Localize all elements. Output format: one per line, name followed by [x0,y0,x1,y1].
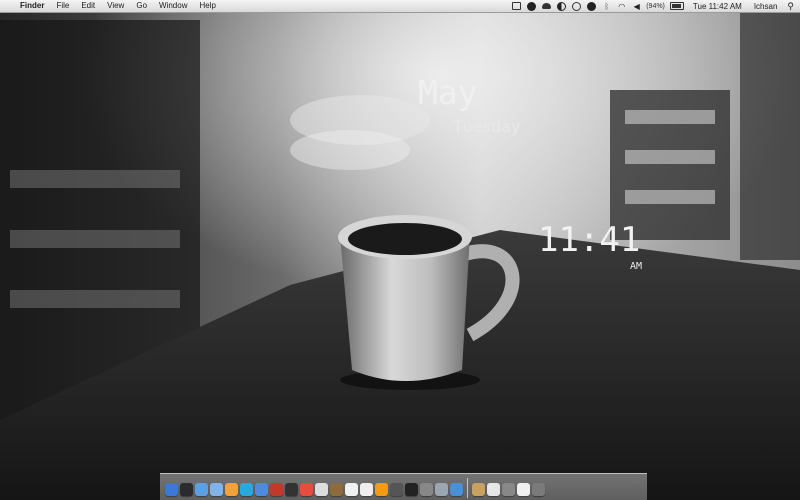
desktop-stack-icon[interactable] [517,483,530,496]
cloud-icon[interactable] [542,3,552,9]
battery-percent: (94%) [646,2,665,10]
menu-help[interactable]: Help [193,0,221,12]
time-machine-icon[interactable] [572,1,582,11]
vlc-icon[interactable] [375,483,388,496]
preview-icon[interactable] [315,483,328,496]
spotlight-icon[interactable]: ⚲ [783,1,794,12]
menu-window[interactable]: Window [153,0,193,12]
widget-month: May [418,73,478,112]
contrast-icon[interactable] [557,1,567,11]
itunes-icon[interactable] [210,483,223,496]
skype-icon[interactable] [240,483,253,496]
menu-file[interactable]: File [50,0,75,12]
app-icon[interactable] [450,483,463,496]
battery-icon[interactable] [669,2,684,10]
sync-icon[interactable] [587,1,597,11]
status-menus: ᛒ ◠ ◀ (94%) Tue 11:42 AM Ichsan ⚲ [509,0,800,12]
adium-icon[interactable] [225,483,238,496]
wifi-icon[interactable]: ◠ [617,2,626,11]
documents-stack-icon[interactable] [487,483,500,496]
chess-icon[interactable] [420,483,433,496]
safari-icon[interactable] [195,483,208,496]
finder-icon[interactable] [165,483,178,496]
menu-bar: Finder File Edit View Go Window Help ᛒ ◠… [0,0,800,13]
downloads-stack-icon[interactable] [472,483,485,496]
utilities-icon[interactable] [435,483,448,496]
desktop-wallpaper [0,0,800,500]
display-icon[interactable] [512,2,522,10]
widget-time: 11:41 [538,220,641,260]
menu-finder[interactable]: Finder [18,0,50,12]
menu-view[interactable]: View [101,0,130,12]
iphoto-icon[interactable] [330,483,343,496]
chat-icon[interactable] [255,483,268,496]
widget-day: 22 [492,68,508,83]
terminal-icon[interactable] [405,483,418,496]
calendar-icon[interactable] [300,483,313,496]
dashboard-icon[interactable] [180,483,193,496]
user-menu[interactable]: Ichsan [748,2,784,11]
widget-weekday: Tuesday [453,117,521,136]
menubar-clock[interactable]: Tue 11:42 AM [687,2,748,11]
bluetooth-icon[interactable]: ᛒ [602,2,611,11]
textedit-icon[interactable] [360,483,373,496]
steam-icon[interactable] [285,483,298,496]
volume-icon[interactable]: ◀ [632,2,641,11]
dock [160,473,647,500]
widget-ampm: AM [630,261,643,272]
menu-extra-icon[interactable] [527,1,537,11]
dock-separator [467,478,468,498]
applications-stack-icon[interactable] [502,483,515,496]
xcode-icon[interactable] [390,483,403,496]
menu-go[interactable]: Go [130,0,153,12]
ical-icon[interactable] [345,483,358,496]
menu-edit[interactable]: Edit [75,0,101,12]
trash-icon[interactable] [532,483,545,496]
photo-icon[interactable] [270,483,283,496]
